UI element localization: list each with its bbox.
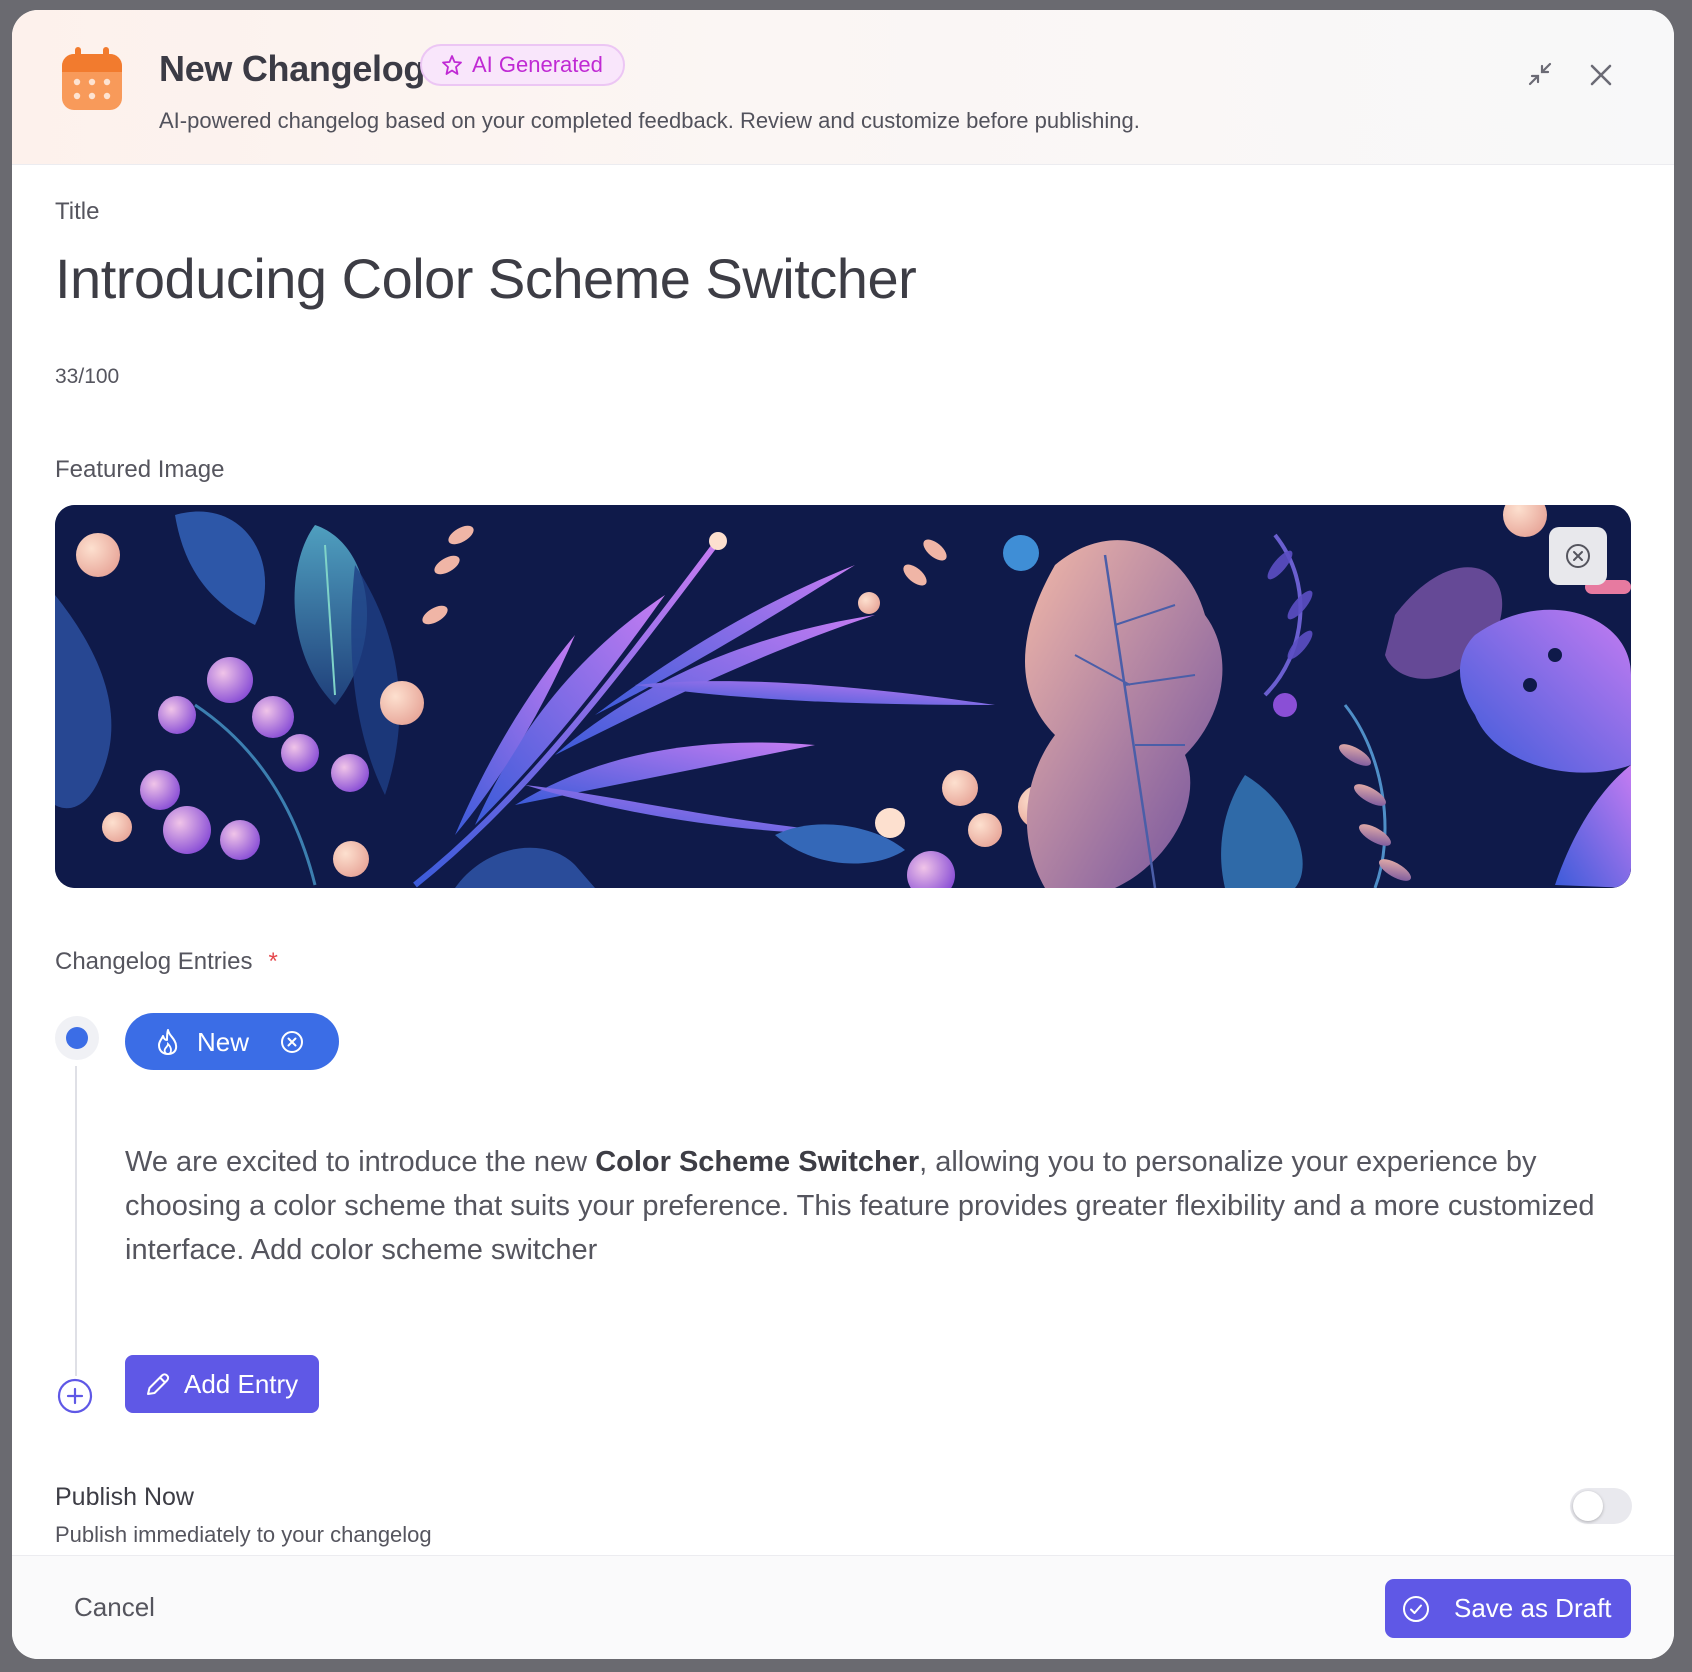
entry-description[interactable]: We are excited to introduce the new Colo…: [125, 1140, 1635, 1272]
entry-text-bold: Color Scheme Switcher: [595, 1146, 920, 1178]
save-as-draft-label: Save as Draft: [1454, 1593, 1612, 1623]
featured-image-art: [55, 505, 1631, 888]
fire-icon: [158, 1029, 178, 1055]
title-label: Title: [55, 198, 100, 225]
publish-now-description: Publish immediately to your changelog: [55, 1522, 432, 1547]
cancel-button[interactable]: Cancel: [62, 1586, 167, 1629]
modal-footer: Cancel Save as Draft: [12, 1555, 1674, 1659]
entry-tag-new[interactable]: New: [125, 1013, 339, 1070]
save-as-draft-button[interactable]: Save as Draft: [1385, 1579, 1631, 1638]
changelog-modal: New Changelog AI Generated AI-powered ch…: [12, 10, 1674, 1659]
remove-tag-icon[interactable]: [279, 1029, 305, 1055]
ai-generated-badge: AI Generated: [420, 44, 625, 86]
publish-now-toggle[interactable]: [1570, 1488, 1632, 1524]
required-marker: *: [268, 948, 278, 975]
ai-badge-label: AI Generated: [472, 52, 603, 77]
calendar-icon: [62, 47, 122, 110]
check-circle-icon: [1403, 1596, 1429, 1622]
title-char-counter: 33/100: [55, 365, 120, 388]
featured-image: [55, 505, 1631, 888]
entry-tag-label: New: [197, 1027, 250, 1057]
title-input[interactable]: [55, 246, 1555, 311]
pencil-icon: [147, 1373, 170, 1395]
sparkle-icon: [442, 55, 462, 75]
timeline-line: [75, 1066, 77, 1376]
modal-subtitle: AI-powered changelog based on your compl…: [159, 108, 1140, 133]
timeline-dot: [55, 1016, 99, 1060]
remove-image-button[interactable]: [1549, 527, 1607, 585]
entry-text-before: We are excited to introduce the new: [125, 1146, 596, 1178]
add-circle-icon[interactable]: [56, 1377, 94, 1415]
add-entry-label: Add Entry: [184, 1369, 299, 1399]
close-icon[interactable]: [1582, 56, 1620, 94]
entries-label-text: Changelog Entries: [55, 948, 253, 975]
close-circle-icon: [1566, 544, 1590, 568]
changelog-entries-label: Changelog Entries *: [55, 948, 278, 976]
featured-image-label: Featured Image: [55, 456, 225, 483]
collapse-icon[interactable]: [1520, 54, 1560, 94]
add-entry-button[interactable]: Add Entry: [125, 1355, 319, 1413]
modal-header: New Changelog AI Generated AI-powered ch…: [12, 10, 1674, 165]
modal-title: New Changelog: [159, 48, 426, 89]
publish-now-label: Publish Now: [55, 1483, 194, 1511]
